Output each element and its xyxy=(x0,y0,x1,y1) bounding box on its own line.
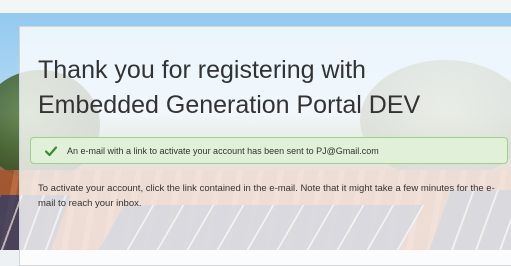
page-title-line2: Embedded Generation Portal DEV xyxy=(38,91,421,119)
page-title-line1: Thank you for registering with xyxy=(38,56,366,84)
registration-confirmation-panel: Thank you for registering with Embedded … xyxy=(19,26,511,266)
alert-message: An e-mail with a link to activate your a… xyxy=(67,145,379,156)
activation-instructions: To activate your account, click the link… xyxy=(38,183,495,209)
page-title: Thank you for registering with Embedded … xyxy=(38,53,508,123)
success-alert: An e-mail with a link to activate your a… xyxy=(30,137,508,164)
top-bar xyxy=(0,0,511,13)
check-icon xyxy=(43,143,59,159)
